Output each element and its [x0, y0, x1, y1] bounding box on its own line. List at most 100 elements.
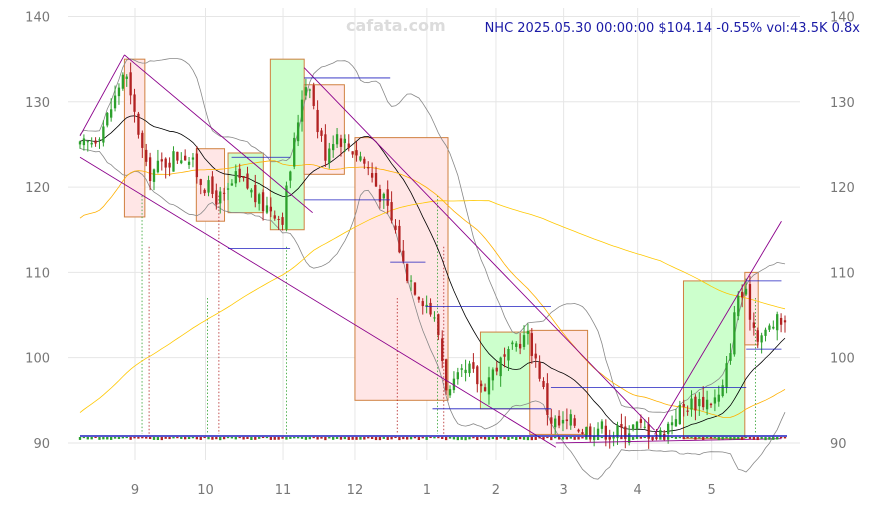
- volume-bar: [592, 437, 596, 440]
- volume-bar: [507, 437, 510, 441]
- volume-bar: [145, 437, 148, 439]
- volume-bar: [343, 437, 347, 440]
- volume-bar: [561, 437, 565, 440]
- candle-body-down: [203, 189, 206, 194]
- candle-body-down: [199, 179, 202, 185]
- candle-body-down: [246, 173, 249, 189]
- candle-body-down: [756, 330, 759, 342]
- candle-body-down: [441, 338, 444, 362]
- volume-bar: [487, 437, 491, 440]
- volume-bar: [573, 437, 576, 440]
- volume-bar: [557, 437, 561, 440]
- candle-body-down: [581, 432, 584, 434]
- volume-bar: [639, 437, 643, 439]
- y-tick-label-left: 130: [25, 96, 50, 111]
- candle-body-down: [417, 296, 421, 300]
- volume-bar: [199, 437, 202, 440]
- candle-body-down: [195, 153, 199, 178]
- volume-bar: [203, 437, 206, 439]
- volume-bar: [402, 437, 405, 440]
- pattern-box-down: [303, 84, 345, 175]
- volume-bar: [764, 437, 767, 441]
- volume-bar: [258, 437, 261, 439]
- volume-bar: [620, 437, 623, 440]
- candle-body-up: [98, 139, 101, 141]
- candle-body-down: [281, 217, 284, 225]
- volume-bar: [441, 437, 444, 440]
- volume-bar: [495, 437, 498, 440]
- candle-body-down: [429, 302, 432, 315]
- volume-bar: [721, 437, 724, 440]
- candle-body-up: [152, 169, 156, 182]
- volume-bar: [433, 437, 436, 439]
- candle-body-down: [779, 317, 783, 325]
- volume-bar: [760, 437, 763, 439]
- y-tick-label-right: 90: [830, 437, 847, 452]
- volume-bar: [702, 437, 705, 440]
- volume-bar: [219, 437, 222, 441]
- volume-bar: [390, 437, 393, 440]
- candle-body-up: [90, 142, 93, 145]
- candle-body-down: [277, 218, 280, 220]
- volume-bar: [187, 437, 191, 440]
- volume-bar: [425, 437, 428, 440]
- volume-bar: [729, 437, 732, 440]
- box-layer: [123, 58, 759, 440]
- candle-body-up: [113, 95, 117, 109]
- volume-bar: [137, 437, 140, 439]
- candle-body-up: [737, 295, 740, 317]
- candle-body-down: [639, 419, 643, 423]
- candle-body-down: [748, 284, 752, 320]
- volume-bar: [125, 437, 128, 439]
- candle-body-down: [363, 158, 366, 164]
- candle-body-up: [117, 87, 121, 97]
- candle-body-down: [137, 113, 140, 135]
- volume-bar: [378, 437, 382, 441]
- volume-bar: [608, 437, 611, 440]
- volume-bar: [538, 437, 541, 439]
- candle-body-up: [678, 404, 681, 425]
- candle-body-down: [557, 415, 561, 426]
- candle-body-up: [409, 280, 413, 282]
- y-tick-label-left: 110: [25, 266, 50, 281]
- candle-body-up: [674, 419, 678, 427]
- volume-bar: [370, 437, 374, 440]
- volume-bar: [359, 437, 362, 440]
- candle-body-down: [394, 225, 397, 231]
- candle-body-down: [374, 173, 378, 187]
- candle-body-down: [620, 424, 623, 428]
- candle-body-down: [546, 383, 549, 415]
- volume-bar: [768, 437, 771, 440]
- volume-bar: [180, 437, 183, 439]
- signal-layer: [141, 195, 756, 434]
- candle-body-up: [464, 369, 467, 374]
- candle-body-up: [304, 87, 308, 96]
- volume-bar: [164, 437, 167, 439]
- volume-bar: [670, 437, 674, 439]
- volume-bar: [518, 437, 522, 440]
- candle-body-up: [616, 425, 619, 436]
- candle-body-up: [460, 368, 463, 370]
- volume-bar: [690, 437, 693, 439]
- candle-body-down: [421, 301, 424, 307]
- candle-body-up: [733, 312, 736, 355]
- volume-bar: [698, 437, 701, 439]
- volume-bar: [215, 437, 218, 440]
- volume-bar: [386, 437, 389, 440]
- volume-bar: [172, 437, 175, 439]
- candle-body-down: [211, 176, 214, 194]
- candle-body-up: [180, 160, 183, 164]
- volume-bar: [674, 437, 678, 439]
- candle-body-up: [382, 193, 385, 199]
- volume-bar: [277, 437, 280, 440]
- volume-bar: [429, 437, 432, 439]
- x-tick-label: 12: [347, 483, 364, 498]
- chart-root: 90 90 100 100 110 110 120 120 130 130 140 140 9 10 11 1…: [0, 0, 871, 505]
- volume-bar: [534, 437, 537, 440]
- volume-bar: [725, 437, 728, 439]
- candle-body-down: [686, 410, 689, 412]
- volume-bar: [542, 437, 545, 440]
- candle-body-down: [94, 140, 97, 144]
- volume-bar: [98, 437, 101, 440]
- x-tick-label: 9: [131, 483, 139, 498]
